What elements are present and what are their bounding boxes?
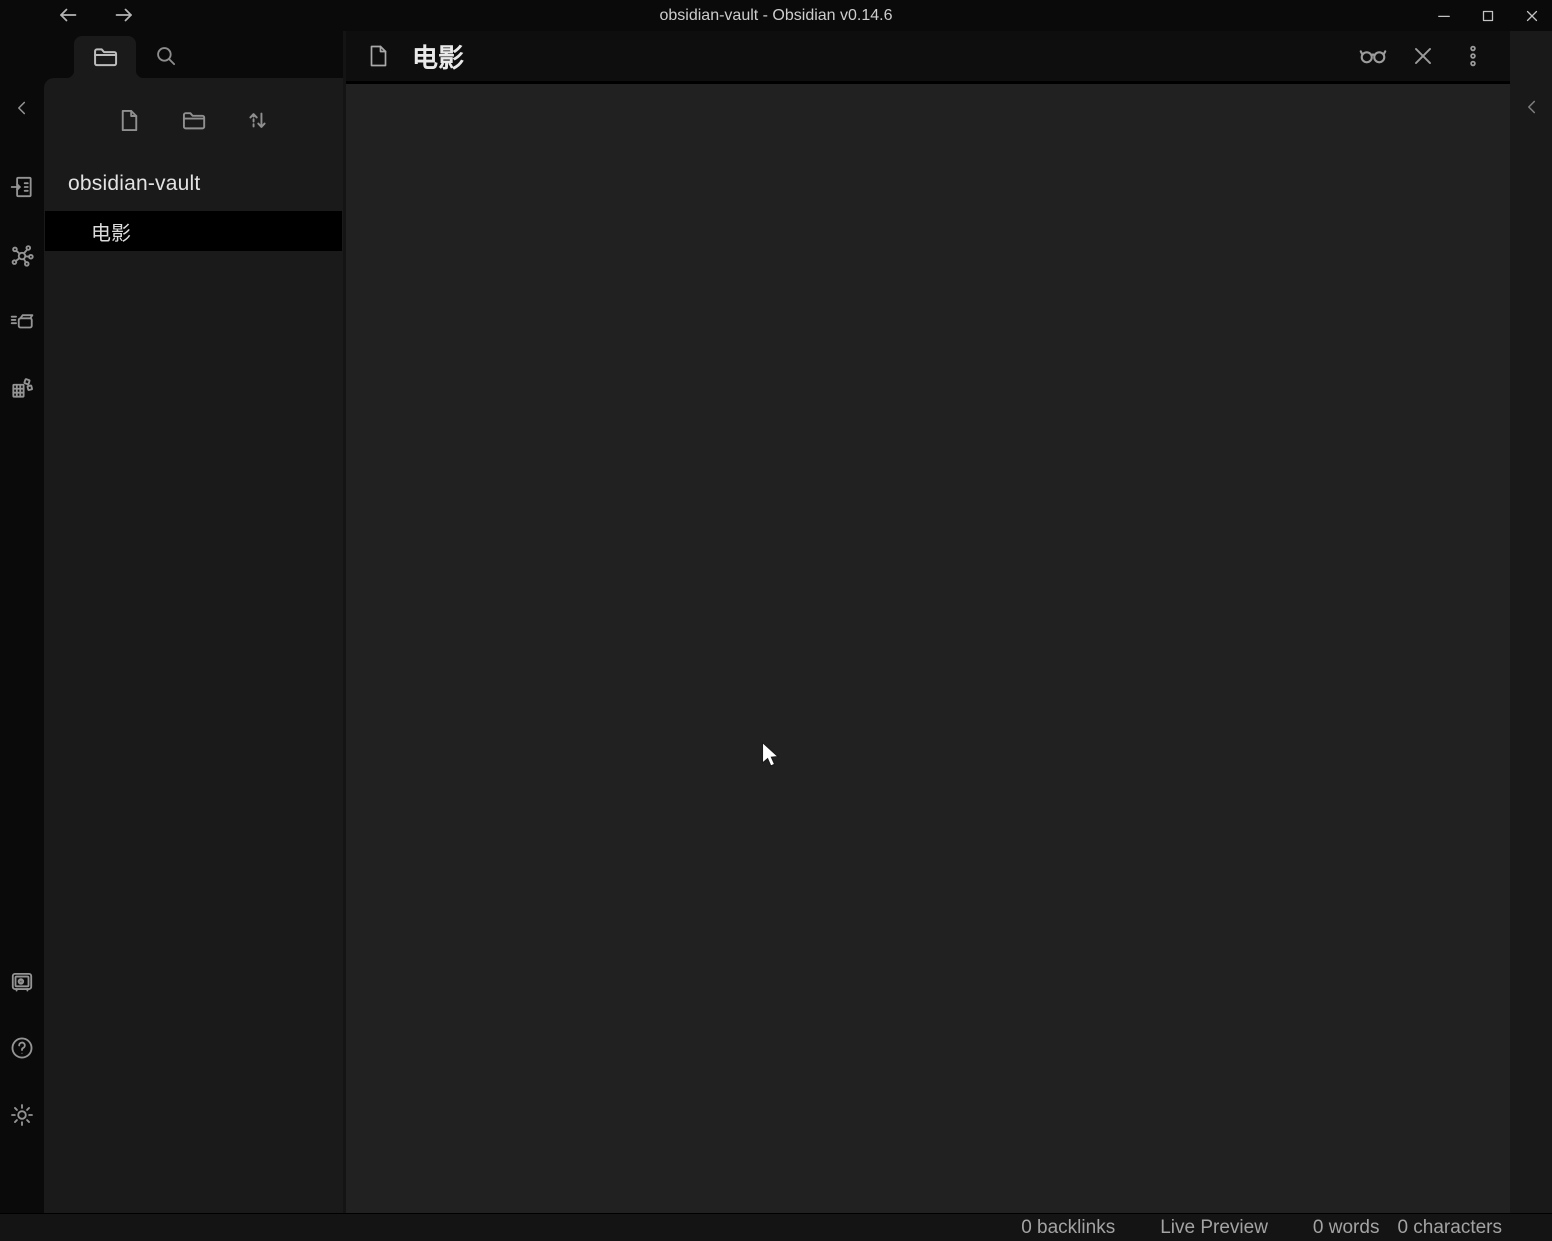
new-note-button[interactable] [116, 106, 144, 134]
maximize-icon [1479, 7, 1497, 25]
folder-icon [91, 43, 119, 71]
obsidian-window: obsidian-vault - Obsidian v0.14.6 [0, 0, 1552, 1241]
minimize-button[interactable] [1430, 3, 1458, 29]
character-count-status: 0 characters [1397, 1217, 1502, 1239]
tab-file-explorer[interactable] [74, 36, 136, 78]
search-icon [153, 43, 179, 69]
help-button[interactable] [0, 1029, 44, 1067]
vault-root-item[interactable]: obsidian-vault [68, 172, 200, 196]
minimize-icon [1435, 7, 1453, 25]
help-icon [9, 1035, 35, 1061]
editor-mode-status[interactable]: Live Preview [1160, 1217, 1268, 1239]
editor-content[interactable] [346, 87, 1510, 1213]
note-title: 电影 [412, 38, 464, 75]
file-explorer-panel: obsidian-vault 电影 [44, 78, 343, 1213]
graph-icon [9, 242, 35, 268]
file-explorer-actions [44, 106, 343, 134]
main-pane: 电影 [346, 31, 1510, 1213]
tab-search[interactable] [146, 37, 186, 75]
document-icon [366, 42, 390, 70]
new-folder-button[interactable] [180, 106, 208, 134]
graph-view-button[interactable] [0, 236, 44, 274]
close-pane-button[interactable] [1407, 41, 1438, 72]
random-note-grid-icon [9, 375, 35, 401]
right-sidebar-collapsed [1510, 31, 1552, 1213]
maximize-button[interactable] [1474, 3, 1502, 29]
titlebar: obsidian-vault - Obsidian v0.14.6 [0, 0, 1552, 31]
view-header: 电影 [346, 31, 1510, 84]
reading-view-button[interactable] [1357, 41, 1388, 72]
left-ribbon [0, 31, 44, 1213]
close-icon [1523, 7, 1541, 25]
zettelkasten-note-button[interactable] [0, 302, 44, 340]
sidebar-tab-strip [44, 31, 343, 78]
vault-icon [9, 969, 35, 995]
view-header-actions [1357, 41, 1488, 72]
left-sidebar: obsidian-vault 电影 [44, 31, 343, 1213]
quick-switcher-icon [9, 174, 35, 200]
window-title: obsidian-vault - Obsidian v0.14.6 [0, 0, 1552, 31]
collapse-left-sidebar-button[interactable] [0, 89, 44, 127]
close-window-button[interactable] [1518, 3, 1546, 29]
file-item-selected[interactable]: 电影 [45, 211, 342, 251]
zettel-cards-icon [9, 308, 35, 334]
more-options-button[interactable] [1457, 41, 1488, 72]
word-count-status: 0 words [1313, 1217, 1380, 1239]
sort-order-button[interactable] [244, 106, 272, 134]
quick-switcher-button[interactable] [0, 168, 44, 206]
random-note-button[interactable] [0, 369, 44, 407]
chevron-left-icon [1521, 96, 1543, 118]
gear-icon [9, 1102, 35, 1128]
file-item-label: 电影 [91, 217, 131, 246]
expand-right-sidebar-button[interactable] [1514, 89, 1550, 125]
window-controls [1430, 0, 1546, 31]
chevron-left-icon [11, 97, 33, 119]
open-vault-button[interactable] [0, 963, 44, 1001]
backlinks-status[interactable]: 0 backlinks [1021, 1217, 1115, 1239]
settings-button[interactable] [0, 1096, 44, 1134]
status-bar: 0 backlinks Live Preview 0 words 0 chara… [0, 1213, 1552, 1241]
